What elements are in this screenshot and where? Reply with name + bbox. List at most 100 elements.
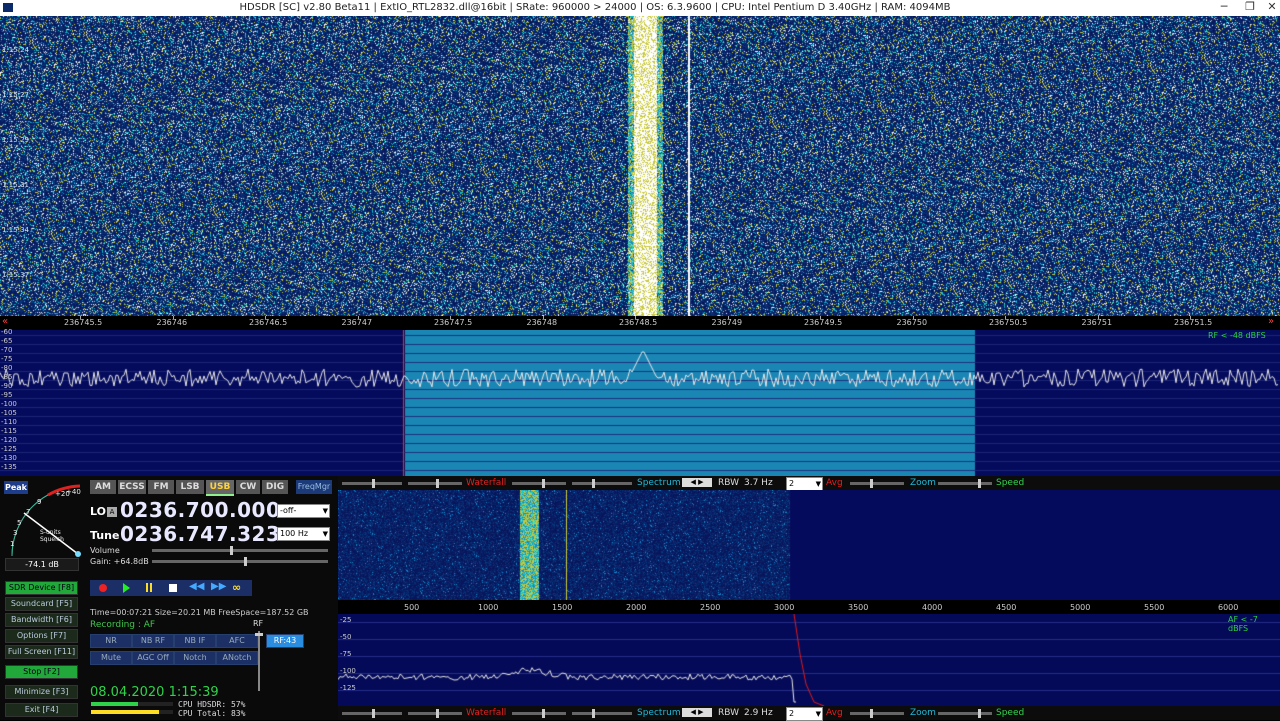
mode-button-fm[interactable]: FM bbox=[148, 480, 174, 494]
af-waterfall[interactable] bbox=[338, 490, 1280, 600]
function-button-1[interactable]: Soundcard [F5] bbox=[5, 597, 78, 611]
spectrum-db-scale: -60 -65 -70 -75 -80 -85 -90 -95 -100 -105 -110 -115… bbox=[0, 328, 20, 476]
slider-knob[interactable] bbox=[978, 479, 981, 488]
frequency-tick-label: 236748.5 bbox=[619, 318, 658, 327]
avg-select[interactable]: 2 ▼ bbox=[786, 477, 823, 491]
slider-knob[interactable] bbox=[592, 709, 595, 718]
frequency-ruler[interactable]: « » 236745.5 236746 236746.5 236747 236747.5… bbox=[0, 316, 1280, 330]
gain-slider-knob[interactable] bbox=[244, 557, 247, 566]
slider-knob[interactable] bbox=[542, 479, 545, 488]
frequency-tick-label: 236751.5 bbox=[1174, 318, 1213, 327]
rbw-stepper[interactable]: ◀ ▶ bbox=[682, 478, 712, 487]
dsp-button-anotch[interactable]: ANotch bbox=[216, 651, 258, 665]
function-button-3[interactable]: Options [F7] bbox=[5, 629, 78, 643]
mode-button-usb[interactable]: USB bbox=[206, 480, 234, 496]
waterfall-time-label: 1:15:29 bbox=[2, 136, 29, 144]
mode-button-cw[interactable]: CW bbox=[236, 480, 260, 494]
slider-knob[interactable] bbox=[592, 479, 595, 488]
tune-step-select[interactable]: 100 Hz ▼ bbox=[277, 527, 330, 541]
af-waterfall-speed-slider[interactable] bbox=[512, 709, 566, 718]
function-button-2[interactable]: Bandwidth [F6] bbox=[5, 613, 78, 627]
mode-button-lsb[interactable]: LSB bbox=[176, 480, 204, 494]
mode-button-dig[interactable]: DIG bbox=[262, 480, 288, 494]
play-icon[interactable] bbox=[123, 583, 130, 593]
frequency-tick bbox=[1097, 316, 1099, 319]
s-meter-scale-plus40: +40 bbox=[66, 488, 81, 496]
lo-lock-select[interactable]: -off- ▼ bbox=[277, 504, 330, 518]
slider-knob[interactable] bbox=[372, 709, 375, 718]
af-speed-slider[interactable] bbox=[938, 709, 992, 718]
af-avg-select[interactable]: 2 ▼ bbox=[786, 707, 823, 721]
af-waterfall-brightness-slider[interactable] bbox=[408, 709, 462, 718]
avg-label: Avg bbox=[826, 478, 843, 488]
af-avg-label: Avg bbox=[826, 708, 843, 718]
mode-button-am[interactable]: AM bbox=[90, 480, 116, 494]
dsp-button-nb-rf[interactable]: NB RF bbox=[132, 634, 174, 648]
lo-label: LO bbox=[90, 505, 106, 518]
rf-waterfall[interactable] bbox=[0, 16, 1280, 316]
slider-knob[interactable] bbox=[372, 479, 375, 488]
stop-icon[interactable] bbox=[169, 584, 177, 592]
waterfall-contrast-slider[interactable] bbox=[342, 479, 402, 488]
af-spectrum[interactable] bbox=[338, 614, 1280, 706]
waterfall-speed-slider[interactable] bbox=[512, 479, 566, 488]
rewind-icon[interactable]: ◀◀ bbox=[189, 581, 204, 592]
spectrum-level-slider[interactable] bbox=[572, 479, 632, 488]
dsp-button-notch[interactable]: Notch bbox=[174, 651, 216, 665]
af-rbw-value: 2.9 Hz bbox=[744, 708, 773, 718]
af-rbw-stepper[interactable]: ◀ ▶ bbox=[682, 708, 712, 717]
mode-button-ecss[interactable]: ECSS bbox=[118, 480, 146, 494]
slider-knob[interactable] bbox=[870, 479, 873, 488]
volume-slider[interactable] bbox=[152, 546, 328, 555]
af-waterfall-contrast-slider[interactable] bbox=[342, 709, 402, 718]
title-bar: HDSDR [SC] v2.80 Beta11 | ExtIO_RTL2832.… bbox=[0, 0, 1280, 16]
spectrum-db-label: -130 bbox=[1, 454, 17, 462]
rf-gain-slider[interactable] bbox=[255, 631, 263, 691]
function-button-4[interactable]: Full Screen [F11] bbox=[5, 645, 78, 659]
volume-slider-knob[interactable] bbox=[230, 546, 233, 555]
scroll-left-marker[interactable]: « bbox=[2, 316, 8, 327]
speed-slider[interactable] bbox=[938, 479, 992, 488]
dsp-button-nb-if[interactable]: NB IF bbox=[174, 634, 216, 648]
dsp-button-nr[interactable]: NR bbox=[90, 634, 132, 648]
af-spectrum-level-slider[interactable] bbox=[572, 709, 632, 718]
slider-knob[interactable] bbox=[978, 709, 981, 718]
scroll-right-marker[interactable]: » bbox=[1268, 316, 1274, 327]
lo-a-badge[interactable]: A bbox=[107, 507, 117, 517]
gain-slider[interactable] bbox=[152, 557, 328, 566]
function-button-5[interactable]: Stop [F2] bbox=[5, 665, 78, 679]
close-window-button[interactable]: ✕ bbox=[1258, 0, 1280, 16]
lo-frequency[interactable]: 0236.700.000 bbox=[120, 498, 280, 522]
dsp-button-agc-off[interactable]: AGC Off bbox=[132, 651, 174, 665]
af-waterfall-label: Waterfall bbox=[466, 708, 507, 718]
function-button-6[interactable]: Minimize [F3] bbox=[5, 685, 78, 699]
af-zoom-slider[interactable] bbox=[850, 709, 904, 718]
tune-frequency[interactable]: 0236.747.323 bbox=[120, 522, 280, 546]
dsp-button-mute[interactable]: Mute bbox=[90, 651, 132, 665]
slider-knob[interactable] bbox=[436, 479, 439, 488]
rf-button[interactable]: RF:43 bbox=[266, 634, 304, 648]
slider-knob[interactable] bbox=[870, 709, 873, 718]
fast-forward-icon[interactable]: ▶▶ bbox=[211, 581, 226, 592]
window-title: HDSDR [SC] v2.80 Beta11 | ExtIO_RTL2832.… bbox=[239, 2, 951, 13]
zoom-slider[interactable] bbox=[850, 479, 904, 488]
slider-knob[interactable] bbox=[542, 709, 545, 718]
af-frequency-ruler[interactable]: 500 1000 1500 2000 2500 3000 3500 4000 4500 5000 5… bbox=[338, 600, 1280, 614]
af-spectrum-db-label: -50 bbox=[340, 633, 352, 641]
function-button-0[interactable]: SDR Device [F8] bbox=[5, 581, 78, 595]
freqmgr-button[interactable]: FreqMgr bbox=[296, 480, 332, 494]
waterfall-brightness-slider[interactable] bbox=[408, 479, 462, 488]
rf-spectrum[interactable] bbox=[0, 330, 1280, 476]
waterfall-time-label: 1:15:34 bbox=[2, 226, 29, 234]
gain-label: Gain: +64.8dB bbox=[90, 557, 149, 566]
pause-icon[interactable] bbox=[146, 583, 148, 592]
chevron-down-icon: ▼ bbox=[322, 507, 328, 515]
function-button-7[interactable]: Exit [F4] bbox=[5, 703, 78, 717]
record-icon[interactable] bbox=[99, 584, 107, 592]
slider-knob[interactable] bbox=[436, 709, 439, 718]
minimize-window-button[interactable]: ─ bbox=[1210, 0, 1238, 16]
loop-icon[interactable]: ∞ bbox=[232, 581, 241, 594]
rf-gain-slider-knob[interactable] bbox=[255, 633, 263, 636]
dsp-button-afc[interactable]: AFC bbox=[216, 634, 258, 648]
zoom-label: Zoom bbox=[910, 478, 936, 488]
